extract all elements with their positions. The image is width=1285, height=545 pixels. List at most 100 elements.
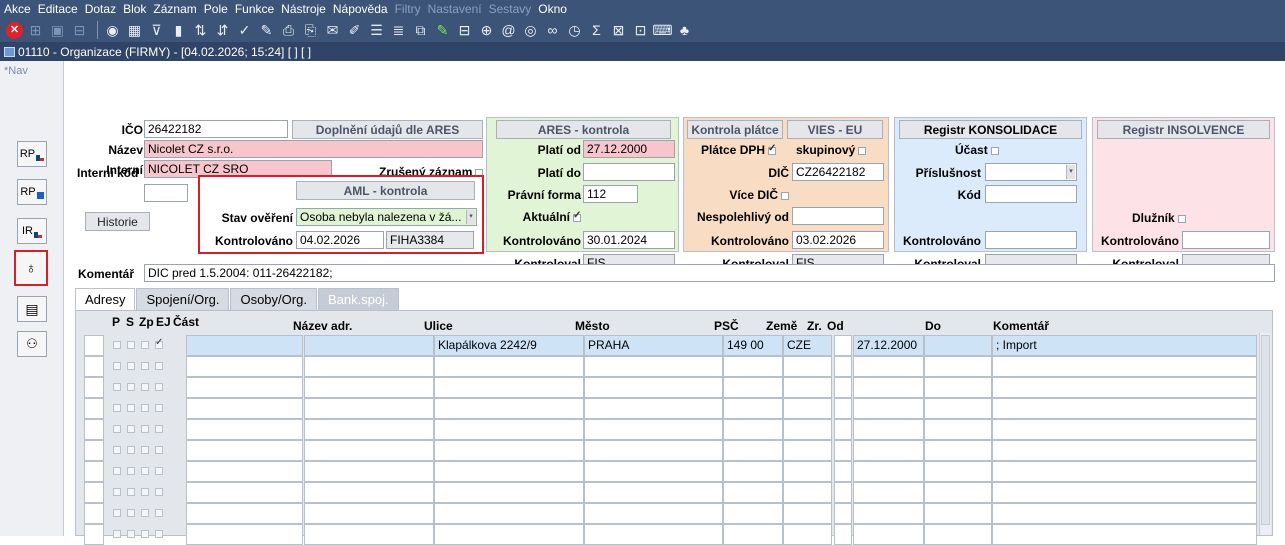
kod-input[interactable] <box>985 185 1077 203</box>
row-ej-checkbox[interactable] <box>155 362 163 370</box>
menu-editace[interactable]: Editace <box>38 2 78 16</box>
grid-cell-ulice[interactable] <box>434 482 584 503</box>
row-ej-checkbox[interactable] <box>155 530 163 538</box>
row-ej-checkbox[interactable] <box>155 509 163 517</box>
aml-kontrolovano-input[interactable]: 04.02.2026 <box>296 231 384 249</box>
row-p-checkbox[interactable] <box>113 341 121 349</box>
grid-cell-zr[interactable] <box>834 461 852 482</box>
grid-cell-row-indicator[interactable] <box>84 524 104 545</box>
grid-cell-ulice[interactable] <box>434 419 584 440</box>
bank-icon[interactable]: ⊟ <box>455 21 474 40</box>
edit-icon[interactable]: ✐ <box>345 21 364 40</box>
ares-fill-button[interactable]: Doplnění údajů dle ARES <box>292 120 483 139</box>
grid-cell-cast[interactable] <box>186 419 303 440</box>
dic-input[interactable]: CZ26422182 <box>792 163 884 181</box>
grid-cell-komentar[interactable] <box>992 356 1257 377</box>
menu-funkce[interactable]: Funkce <box>235 2 274 16</box>
row-s-checkbox[interactable] <box>127 362 135 370</box>
ares-check-button[interactable]: ARES - kontrola <box>496 120 671 139</box>
row-p-checkbox[interactable] <box>113 488 121 496</box>
grid-cell-od[interactable] <box>853 377 924 398</box>
grid-cell-komentar[interactable]: ; Import <box>992 335 1257 356</box>
grid-cell-psc[interactable] <box>723 524 783 545</box>
grid-cell-komentar[interactable] <box>992 503 1257 524</box>
row-zp-checkbox[interactable] <box>141 404 149 412</box>
grid-cell-row-indicator[interactable] <box>84 398 104 419</box>
insolvence-kontrolovano-input[interactable] <box>1182 231 1270 249</box>
grid-cell-od[interactable] <box>853 482 924 503</box>
plati-od-input[interactable]: 27.12.2000 <box>583 140 675 158</box>
grid-cell-zr[interactable] <box>834 335 852 356</box>
grid-cell-mesto[interactable] <box>584 377 723 398</box>
grid-cell-do[interactable] <box>924 440 992 461</box>
grid-cell-ulice[interactable] <box>434 377 584 398</box>
menu-blok[interactable]: Blok <box>123 2 146 16</box>
grid-cell-komentar[interactable] <box>992 524 1257 545</box>
row-p-checkbox[interactable] <box>113 383 121 391</box>
list-icon[interactable]: ☰ <box>367 21 386 40</box>
grid-cell-zr[interactable] <box>834 419 852 440</box>
chevron-down-icon[interactable]: ▾ <box>1066 165 1075 179</box>
grid-cell-zeme[interactable] <box>783 482 832 503</box>
platce-dph-checkbox[interactable] <box>768 143 776 155</box>
grid-cell-komentar[interactable] <box>992 419 1257 440</box>
grid-cell-nazev[interactable] <box>304 440 434 461</box>
row-p-checkbox[interactable] <box>113 467 121 475</box>
money-bag-button[interactable]: ♁ <box>14 250 48 286</box>
row-ej-checkbox[interactable] <box>155 446 163 454</box>
grid-cell-od[interactable] <box>853 419 924 440</box>
grid-cell-nazev[interactable] <box>304 398 434 419</box>
grid-cell-zeme[interactable] <box>783 398 832 419</box>
grid-cell-cast[interactable] <box>186 335 303 356</box>
grid-cell-do[interactable] <box>924 335 992 356</box>
grid-cell-ulice[interactable] <box>434 398 584 419</box>
scrollbar-thumb[interactable] <box>1261 335 1270 525</box>
close-icon[interactable]: ✕ <box>6 21 23 39</box>
menu-nastroje[interactable]: Nástroje <box>281 2 326 16</box>
chart-icon[interactable]: ▮ <box>169 21 188 40</box>
grid-cell-mesto[interactable]: PRAHA <box>584 335 723 356</box>
record-icon[interactable]: ◉ <box>103 21 122 40</box>
at-icon[interactable]: @ <box>499 21 518 40</box>
grid-cell-row-indicator[interactable] <box>84 440 104 461</box>
grid-cell-cast[interactable] <box>186 398 303 419</box>
row-ej-checkbox[interactable] <box>155 467 163 475</box>
row-s-checkbox[interactable] <box>127 467 135 475</box>
grid-cell-cast[interactable] <box>186 482 303 503</box>
grid-cell-od[interactable] <box>853 503 924 524</box>
vies-button[interactable]: VIES - EU <box>787 120 883 139</box>
row-zp-checkbox[interactable] <box>141 362 149 370</box>
vice-dic-checkbox[interactable] <box>781 191 789 200</box>
grid-scrollbar[interactable] <box>1259 333 1271 535</box>
grid-cell-row-indicator[interactable] <box>84 482 104 503</box>
platce-kontrolovano-input[interactable]: 03.02.2026 <box>792 231 884 249</box>
doc-icon[interactable]: ⊡ <box>631 21 650 40</box>
grid-cell-psc[interactable] <box>723 377 783 398</box>
row-s-checkbox[interactable] <box>127 404 135 412</box>
grid-cell-psc[interactable] <box>723 356 783 377</box>
interni-kod-input[interactable] <box>144 184 188 202</box>
filter-icon[interactable]: ⊽ <box>147 21 166 40</box>
grid-cell-row-indicator[interactable] <box>84 377 104 398</box>
grid-cell-komentar[interactable] <box>992 377 1257 398</box>
nav-label[interactable]: *Nav <box>4 65 28 77</box>
grid-cell-cast[interactable] <box>186 377 303 398</box>
ares-kontrolovano-input[interactable]: 30.01.2024 <box>583 231 675 249</box>
rp-button-2[interactable]: RP <box>17 179 47 205</box>
nespolehlivy-input[interactable] <box>792 207 884 225</box>
rp-button-1[interactable]: RP <box>17 141 47 167</box>
prislusnost-select[interactable]: ▾ <box>985 163 1077 181</box>
grid-cell-psc[interactable] <box>723 398 783 419</box>
row-zp-checkbox[interactable] <box>141 341 149 349</box>
grid-cell-psc[interactable]: 149 00 <box>723 335 783 356</box>
mail-icon[interactable]: ✉ <box>323 21 342 40</box>
grid-cell-ulice[interactable] <box>434 440 584 461</box>
grid-cell-row-indicator[interactable] <box>84 503 104 524</box>
grid-cell-komentar[interactable] <box>992 440 1257 461</box>
menu-okno[interactable]: Okno <box>538 2 567 16</box>
row-zp-checkbox[interactable] <box>141 509 149 517</box>
row-zp-checkbox[interactable] <box>141 467 149 475</box>
grid-cell-zr[interactable] <box>834 503 852 524</box>
attachment-icon[interactable]: ✎ <box>433 21 452 40</box>
row-s-checkbox[interactable] <box>127 425 135 433</box>
